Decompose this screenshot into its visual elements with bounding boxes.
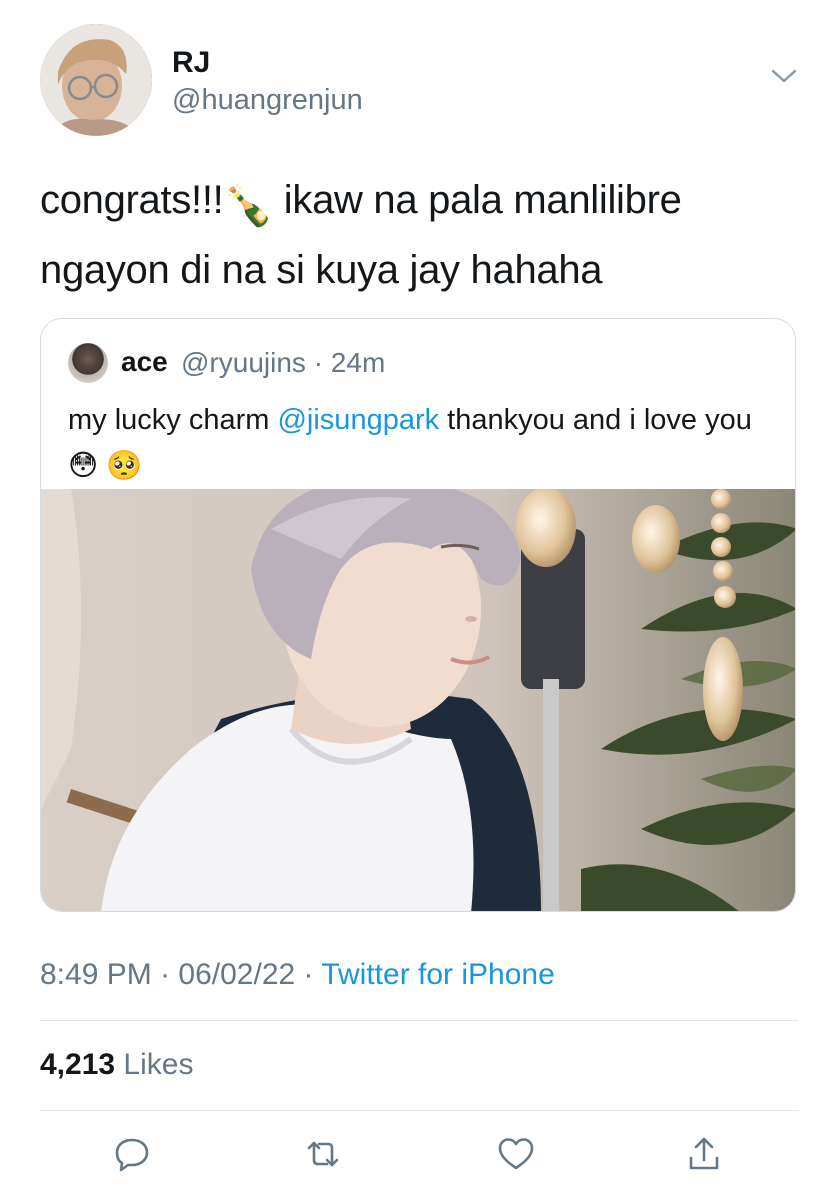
author-handle[interactable]: @huangrenjun [172, 84, 363, 117]
tweet-date: 06/02/22 [178, 958, 296, 991]
bottle-icon: 🍾 [223, 184, 273, 228]
flushed-face-icon: 😳 [68, 450, 99, 482]
author-display-name[interactable]: RJ [172, 46, 210, 80]
tweet-text-part1: congrats!!! [40, 178, 224, 222]
tweet-time: 8:49 PM [40, 958, 152, 991]
tweet-source-link[interactable]: Twitter for iPhone [321, 958, 554, 991]
likes-count[interactable]: 4,213 Likes [40, 1048, 193, 1082]
quoted-media-image[interactable] [41, 489, 795, 911]
quoted-text-after: thankyou and i love you [439, 404, 752, 436]
quoted-tweet-card[interactable]: ace @ryuujins · 24m my lucky charm @jisu… [40, 318, 796, 912]
retweet-icon[interactable] [303, 1134, 343, 1174]
reply-icon[interactable] [112, 1134, 152, 1174]
likes-number: 4,213 [40, 1048, 116, 1081]
like-icon[interactable] [496, 1134, 536, 1174]
quoted-author-name: ace [121, 346, 168, 377]
quoted-tweet-text: my lucky charm @jisungpark thankyou and … [68, 397, 768, 489]
divider [40, 1110, 798, 1111]
quoted-text-before: my lucky charm [68, 404, 278, 436]
tweet-text: congrats!!!🍾 ikaw na pala manlilibre nga… [40, 168, 800, 302]
meta-separator: · [160, 958, 171, 991]
tweet-meta: 8:49 PM · 06/02/22 · Twitter for iPhone [40, 958, 555, 992]
divider [40, 1020, 798, 1021]
quoted-separator: · [313, 347, 324, 378]
likes-label: Likes [123, 1048, 194, 1081]
quoted-author-avatar [68, 343, 108, 383]
share-icon[interactable] [684, 1134, 724, 1174]
chevron-down-icon[interactable] [770, 66, 798, 86]
author-avatar[interactable] [40, 24, 152, 136]
quoted-author-meta: @ryuujins · 24m [181, 347, 385, 379]
quoted-age: 24m [330, 347, 386, 378]
pleading-face-icon: 🥺 [106, 450, 143, 482]
meta-separator: · [303, 958, 314, 991]
tweet-detail: RJ @huangrenjun congrats!!!🍾 ikaw na pal… [0, 0, 838, 1200]
quoted-author-handle: @ryuujins [181, 347, 306, 378]
mention-link[interactable]: @jisungpark [277, 404, 439, 436]
